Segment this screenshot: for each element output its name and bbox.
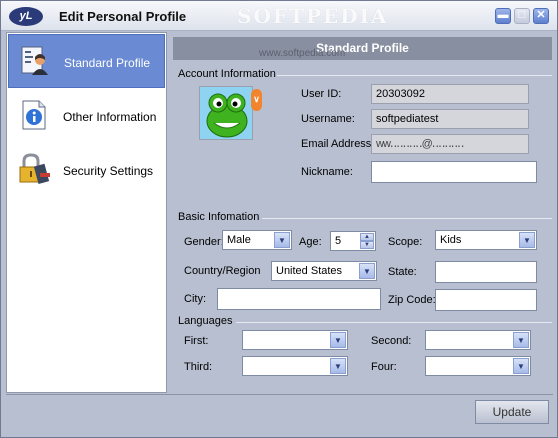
user-id-label: User ID: bbox=[301, 88, 342, 100]
gender-value: Male bbox=[227, 234, 251, 246]
spin-down-icon[interactable]: ▼ bbox=[360, 241, 374, 249]
second-language-select[interactable]: ▼ bbox=[425, 330, 531, 350]
avatar-edit-icon[interactable]: ∨ bbox=[251, 89, 262, 111]
zip-label: Zip Code: bbox=[388, 294, 436, 306]
page-title: Standard Profile bbox=[173, 37, 552, 60]
lock-icon bbox=[19, 153, 50, 184]
minimize-button[interactable]: ▬ bbox=[495, 8, 511, 24]
maximize-button[interactable]: □ bbox=[514, 8, 530, 24]
chevron-down-icon[interactable]: ▼ bbox=[513, 332, 529, 348]
minimize-icon: ▬ bbox=[497, 9, 509, 21]
gender-select[interactable]: Male ▼ bbox=[222, 230, 292, 250]
city-input[interactable] bbox=[217, 288, 381, 310]
state-label: State: bbox=[388, 266, 417, 278]
country-value: United States bbox=[276, 265, 343, 277]
watermark-url: www.softpedia.com bbox=[259, 48, 346, 59]
username-label: Username: bbox=[301, 113, 355, 125]
yahoo-logo-icon: yL bbox=[9, 7, 43, 26]
sidebar-item-label: Standard Profile bbox=[64, 56, 151, 70]
second-language-label: Second: bbox=[371, 335, 412, 347]
age-label: Age: bbox=[299, 236, 322, 248]
sidebar: Standard Profile Other Information Secur… bbox=[6, 32, 167, 393]
profile-card-icon bbox=[21, 46, 48, 75]
sidebar-item-security-settings[interactable]: Security Settings bbox=[8, 143, 165, 197]
edit-profile-window: yL Edit Personal Profile SOFTPEDIA ▬ □ ✕… bbox=[0, 0, 558, 438]
gender-label: Gender: bbox=[184, 236, 224, 248]
third-language-label: Third: bbox=[184, 361, 213, 373]
info-document-icon bbox=[22, 100, 46, 130]
zip-input[interactable] bbox=[435, 289, 537, 311]
chevron-down-icon[interactable]: ▼ bbox=[359, 263, 375, 279]
sidebar-item-standard-profile[interactable]: Standard Profile bbox=[8, 34, 165, 88]
chevron-down-icon[interactable]: ▼ bbox=[274, 232, 290, 248]
sidebar-item-label: Other Information bbox=[63, 110, 157, 124]
nickname-label: Nickname: bbox=[301, 166, 353, 178]
first-language-select[interactable]: ▼ bbox=[242, 330, 348, 350]
four-language-label: Four: bbox=[371, 361, 397, 373]
country-label: Country/Region bbox=[184, 265, 261, 277]
frog-avatar-icon bbox=[200, 87, 252, 139]
window-title: Edit Personal Profile bbox=[59, 9, 187, 24]
chevron-down-icon[interactable]: ▼ bbox=[519, 232, 535, 248]
chevron-down-icon[interactable]: ▼ bbox=[330, 332, 346, 348]
email-field: ww‥‥‥‥‥@‥‥‥‥‥ bbox=[371, 134, 529, 154]
state-input[interactable] bbox=[435, 261, 537, 283]
languages-section-title: Languages bbox=[178, 315, 233, 327]
spin-up-icon[interactable]: ▲ bbox=[360, 233, 374, 241]
nickname-input[interactable] bbox=[371, 161, 537, 183]
close-button[interactable]: ✕ bbox=[533, 8, 549, 24]
email-label: Email Address: bbox=[301, 138, 375, 150]
watermark: SOFTPEDIA bbox=[237, 4, 389, 28]
age-stepper[interactable]: 5 ▲ ▼ bbox=[330, 231, 376, 251]
username-field: softpediatest bbox=[371, 109, 529, 129]
scope-select[interactable]: Kids ▼ bbox=[435, 230, 537, 250]
content-panel: Standard Profile Account Information ∨ U… bbox=[171, 32, 554, 393]
sidebar-item-other-information[interactable]: Other Information bbox=[8, 89, 165, 143]
chevron-down-icon[interactable]: ▼ bbox=[513, 358, 529, 374]
user-id-field: 20303092 bbox=[371, 84, 529, 104]
scope-label: Scope: bbox=[388, 236, 423, 248]
country-select[interactable]: United States ▼ bbox=[271, 261, 377, 281]
section-divider bbox=[277, 75, 552, 76]
account-section-title: Account Information bbox=[178, 68, 276, 80]
update-button[interactable]: Update bbox=[475, 400, 549, 424]
city-label: City: bbox=[184, 293, 206, 305]
sidebar-item-label: Security Settings bbox=[63, 164, 154, 178]
section-divider bbox=[236, 322, 552, 323]
age-value: 5 bbox=[335, 235, 342, 247]
first-language-label: First: bbox=[184, 335, 209, 347]
section-divider bbox=[262, 218, 552, 219]
maximize-icon: □ bbox=[518, 9, 526, 21]
footer-divider bbox=[6, 394, 553, 395]
avatar[interactable] bbox=[199, 86, 253, 140]
title-bar[interactable]: yL Edit Personal Profile SOFTPEDIA ▬ □ ✕ bbox=[1, 1, 557, 31]
chevron-down-icon[interactable]: ▼ bbox=[330, 358, 346, 374]
third-language-select[interactable]: ▼ bbox=[242, 356, 348, 376]
close-icon: ✕ bbox=[536, 9, 546, 21]
four-language-select[interactable]: ▼ bbox=[425, 356, 531, 376]
basic-section-title: Basic Infomation bbox=[178, 211, 260, 223]
scope-value: Kids bbox=[440, 234, 462, 246]
